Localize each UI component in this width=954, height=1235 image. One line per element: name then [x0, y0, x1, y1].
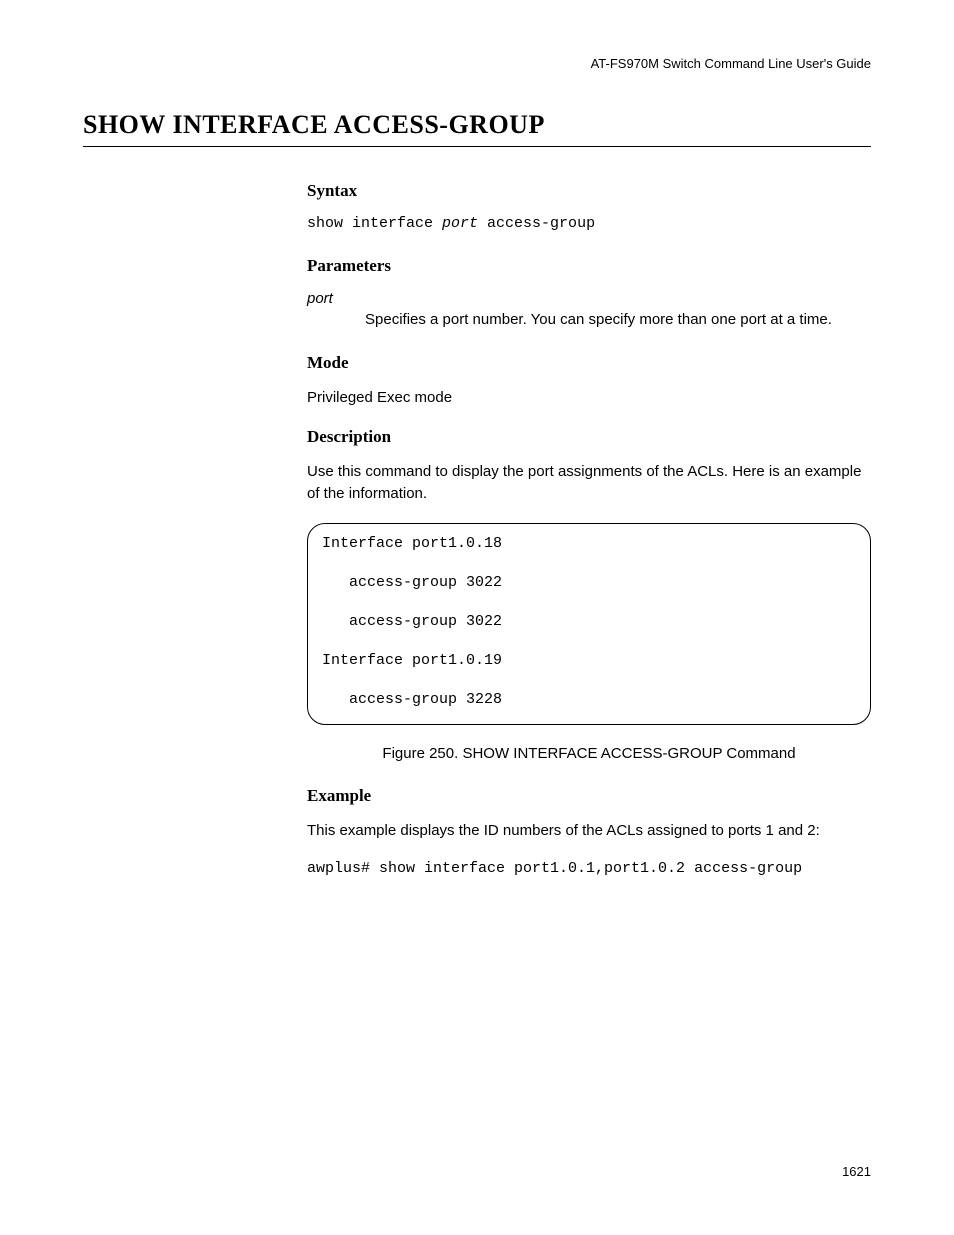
- figure-caption: Figure 250. SHOW INTERFACE ACCESS-GROUP …: [307, 745, 871, 762]
- syntax-param: port: [442, 215, 478, 232]
- syntax-prefix: show interface: [307, 215, 442, 232]
- syntax-section: Syntax show interface port access-group: [307, 181, 871, 232]
- param-name: port: [307, 290, 871, 307]
- page-title-container: SHOW INTERFACE ACCESS-GROUP: [83, 110, 871, 147]
- syntax-suffix: access-group: [478, 215, 595, 232]
- example-text: This example displays the ID numbers of …: [307, 820, 871, 842]
- parameters-heading: Parameters: [307, 256, 871, 276]
- content-area: Syntax show interface port access-group …: [307, 175, 871, 877]
- example-section: Example This example displays the ID num…: [307, 786, 871, 877]
- parameters-section: Parameters port Specifies a port number.…: [307, 256, 871, 331]
- mode-heading: Mode: [307, 353, 871, 373]
- header-guide-title: AT-FS970M Switch Command Line User's Gui…: [591, 56, 871, 71]
- page-number: 1621: [842, 1164, 871, 1179]
- example-command: awplus# show interface port1.0.1,port1.0…: [307, 860, 871, 877]
- mode-section: Mode Privileged Exec mode: [307, 353, 871, 409]
- description-text: Use this command to display the port ass…: [307, 461, 871, 505]
- syntax-heading: Syntax: [307, 181, 871, 201]
- param-desc: Specifies a port number. You can specify…: [365, 309, 871, 331]
- mode-text: Privileged Exec mode: [307, 387, 871, 409]
- example-heading: Example: [307, 786, 871, 806]
- output-example-box: Interface port1.0.18 access-group 3022 a…: [307, 523, 871, 725]
- description-heading: Description: [307, 427, 871, 447]
- page-title: SHOW INTERFACE ACCESS-GROUP: [83, 110, 871, 140]
- description-section: Description Use this command to display …: [307, 427, 871, 505]
- syntax-command: show interface port access-group: [307, 215, 871, 232]
